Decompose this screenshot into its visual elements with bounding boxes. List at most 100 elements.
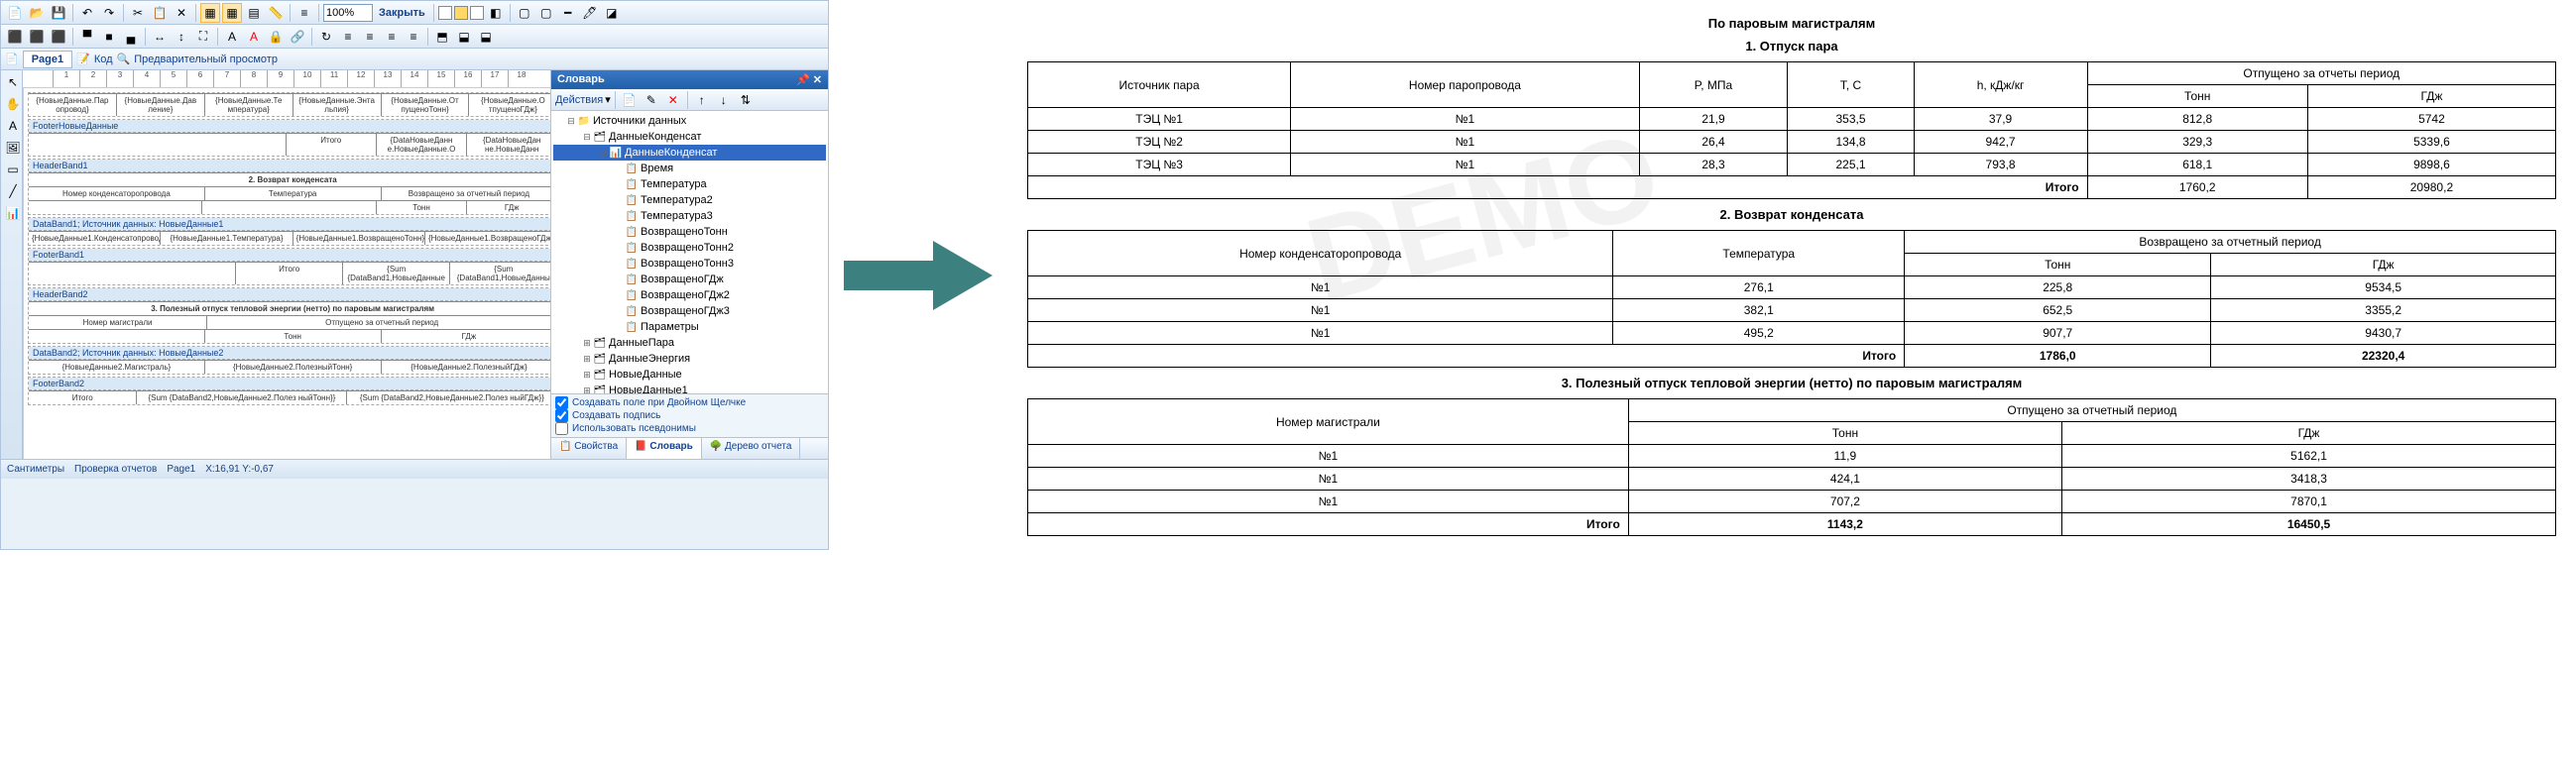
tree-toggle-icon[interactable]: ⊞ [581,338,593,349]
redo-icon[interactable]: ↷ [99,3,119,23]
bg-color-3[interactable] [470,6,484,20]
chevron-down-icon[interactable]: ▾ [605,93,611,106]
edit-icon[interactable]: ✎ [642,90,661,110]
tree-node[interactable]: 📋ВозвращеноТонн [553,224,826,240]
cell[interactable]: {НовыеДанные2.ПолезныйТонн} [205,361,382,374]
tree-node[interactable]: ⊟📁Источники данных [553,113,826,129]
tree-node[interactable]: ⊞🗂НовыеДанные1 [553,383,826,393]
tab-page1[interactable]: Page1 [23,51,72,68]
save-icon[interactable]: 💾 [49,3,68,23]
new-icon[interactable]: 📄 [5,3,25,23]
cut-icon[interactable]: ✂ [128,3,148,23]
undo-icon[interactable]: ↶ [77,3,97,23]
cell[interactable]: {НовыеДанные.От пущеноТонн} [382,94,470,116]
tree-toggle-icon[interactable]: ⊟ [565,116,577,127]
cell[interactable]: {НовыеДанные2.Магистраль} [29,361,205,374]
cell[interactable]: {НовыеДанные.Энта льпия} [293,94,382,116]
tree-node[interactable]: 📋Температура3 [553,208,826,224]
check-label[interactable]: Проверка отчетов [74,464,157,475]
header-band-1[interactable]: HeaderBand1 2. Возврат конденсата Номер … [28,159,550,215]
units-label[interactable]: Сантиметры [7,464,64,475]
tab-code[interactable]: Код [94,54,113,65]
tree-node[interactable]: ⊟🗂ДанныеКонденсат [553,129,826,145]
tree-node[interactable]: 📋Температура [553,176,826,192]
tree-node[interactable]: 📋Температура2 [553,192,826,208]
tree-node[interactable]: ⊞🗂ДанныеПара [553,335,826,351]
tree-node[interactable]: 📋ВозвращеноТонн3 [553,256,826,272]
font-color-icon[interactable]: A [244,27,264,47]
dict-tree[interactable]: ⊟📁Источники данных⊟🗂ДанныеКонденсат⊟📊Дан… [551,111,828,393]
valign-m-icon[interactable]: ⬓ [454,27,474,47]
footer-band-1[interactable]: FooterНовыеДанные Итого {DataНовыеДанн е… [28,119,550,157]
ruler-icon[interactable]: 📏 [266,3,286,23]
cell[interactable]: {НовыеДанные.Те мпература} [205,94,293,116]
cell[interactable]: {НовыеДанные1.Конденсатопровод} [29,232,161,245]
tree-node[interactable]: 📋Параметры [553,319,826,335]
footer-band-1b[interactable]: FooterBand1 Итого {Sum {DataBand1,НовыеД… [28,248,550,285]
cell[interactable]: {НовыеДанные1.ВозвращеноТонн} [293,232,425,245]
same-size-icon[interactable]: ⛶ [193,27,213,47]
tree-node[interactable]: 📋ВозвращеноГДж3 [553,303,826,319]
grid-icon[interactable]: ▦ [200,3,220,23]
tree-toggle-icon[interactable]: ⊞ [581,385,593,394]
tab-preview[interactable]: Предварительный просмотр [134,54,278,65]
align-center-icon[interactable]: ⬛ [27,27,47,47]
tab-tree[interactable]: 🌳 Дерево отчета [702,438,801,459]
conditions-icon[interactable]: ◧ [486,3,506,23]
text-left-icon[interactable]: ≡ [338,27,358,47]
cell[interactable]: {НовыеДанные.Пар опровод} [29,94,117,116]
cell[interactable]: {НовыеДанные.О тпущеноГДж} [469,94,550,116]
tree-node[interactable]: ⊞🗂ДанныеЭнергия [553,351,826,367]
angle-icon[interactable]: ↻ [316,27,336,47]
tree-toggle-icon[interactable]: ⊞ [581,354,593,365]
cursor-icon[interactable]: ↖ [3,72,23,92]
grid-align-icon[interactable]: ▦ [222,3,242,23]
up-icon[interactable]: ↑ [692,90,712,110]
bg-color-2[interactable] [454,6,468,20]
tree-node[interactable]: ⊟📊ДанныеКонденсат [553,145,826,161]
tab-props[interactable]: 📋 Свойства [551,438,627,459]
bg-color-1[interactable] [438,6,452,20]
link-icon[interactable]: 🔗 [288,27,307,47]
cell[interactable]: {НовыеДанные.Дав ление} [117,94,205,116]
tree-node[interactable]: ⊞🗂НовыеДанные [553,367,826,383]
report-canvas[interactable]: {НовыеДанные.Пар опровод}{НовыеДанные.Да… [24,88,550,459]
valign-b-icon[interactable]: ⬓ [476,27,496,47]
align-left-icon[interactable]: ⬛ [5,27,25,47]
tree-node[interactable]: 📋Время [553,161,826,176]
text-right-icon[interactable]: ≡ [382,27,402,47]
align-mid-icon[interactable]: ■ [99,27,119,47]
text-tool-icon[interactable]: A [3,116,23,136]
valign-t-icon[interactable]: ⬒ [432,27,452,47]
headers-icon[interactable]: ▤ [244,3,264,23]
lines-icon[interactable]: ≡ [294,3,314,23]
align-right-icon[interactable]: ⬛ [49,27,68,47]
delete-ds-icon[interactable]: ✕ [663,90,683,110]
opt-dblclick[interactable] [555,396,568,409]
data-band-2[interactable]: DataBand2; Источник данных: НовыеДанные2… [28,346,550,375]
open-icon[interactable]: 📂 [27,3,47,23]
tree-node[interactable]: 📋ВозвращеноТонн2 [553,240,826,256]
tab-dict[interactable]: 📕 Словарь [627,438,702,459]
border-style-icon[interactable]: ━ [558,3,578,23]
shadow-icon[interactable]: ◪ [602,3,622,23]
tree-node[interactable]: 📋ВозвращеноГДж [553,272,826,287]
new-ds-icon[interactable]: 📄 [620,90,640,110]
chart-tool-icon[interactable]: 📊 [3,203,23,223]
down-icon[interactable]: ↓ [714,90,734,110]
same-width-icon[interactable]: ↔ [150,27,170,47]
border-all-icon[interactable]: ▢ [515,3,534,23]
data-band-row[interactable]: {НовыеДанные.Пар опровод}{НовыеДанные.Да… [28,92,550,117]
canvas-area[interactable]: {НовыеДанные.Пар опровод}{НовыеДанные.Да… [23,88,550,459]
align-top-icon[interactable]: ▀ [77,27,97,47]
line-tool-icon[interactable]: ╱ [3,181,23,201]
font-bold-icon[interactable]: A [222,27,242,47]
delete-icon[interactable]: ✕ [172,3,191,23]
same-height-icon[interactable]: ↕ [172,27,191,47]
sort-icon[interactable]: ⇅ [736,90,756,110]
border-color-icon[interactable]: 🖊 [580,3,600,23]
shape-tool-icon[interactable]: ▭ [3,160,23,179]
tree-toggle-icon[interactable]: ⊟ [581,132,593,143]
zoom-input[interactable] [323,4,373,22]
text-just-icon[interactable]: ≡ [404,27,423,47]
